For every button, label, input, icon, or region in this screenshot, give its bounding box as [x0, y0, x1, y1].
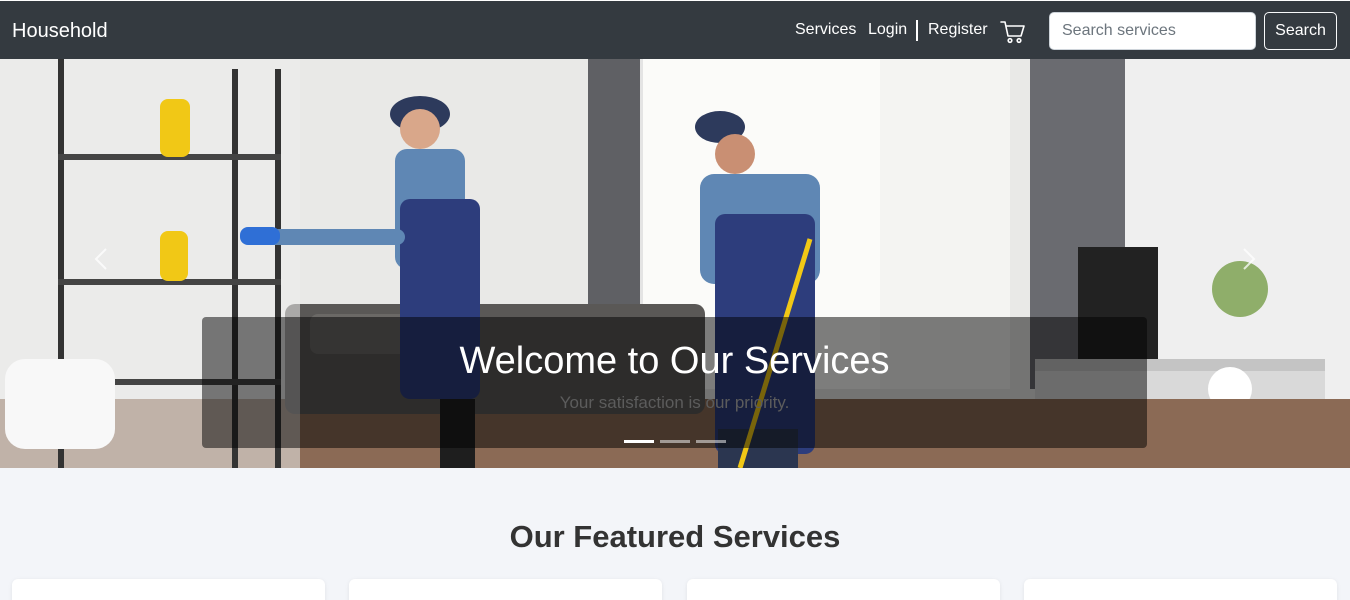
navbar: Household Services Login Register Search — [0, 0, 1350, 59]
chevron-left-icon — [94, 248, 107, 270]
nav-divider — [916, 20, 918, 41]
hero-subtitle: Your satisfaction is our priority. — [559, 393, 790, 412]
service-card[interactable] — [687, 579, 1000, 600]
nav-link-login[interactable]: Login — [868, 21, 907, 39]
hero-title: Welcome to Our Services — [459, 340, 890, 382]
nav-link-register[interactable]: Register — [928, 21, 988, 39]
service-card[interactable] — [349, 579, 662, 600]
search-button[interactable]: Search — [1264, 12, 1337, 50]
chevron-right-icon — [1243, 248, 1256, 270]
carousel-caption: Welcome to Our Services Your satisfactio… — [202, 317, 1147, 448]
brand-logo[interactable]: Household — [12, 20, 108, 42]
carousel-indicator-3[interactable] — [696, 440, 726, 443]
hero-carousel: Welcome to Our Services Your satisfactio… — [0, 59, 1350, 468]
carousel-prev-control[interactable] — [82, 239, 122, 279]
search-input[interactable] — [1049, 12, 1256, 50]
carousel-indicator-2[interactable] — [660, 440, 690, 443]
carousel-indicator-1[interactable] — [624, 440, 654, 443]
service-card[interactable] — [12, 579, 325, 600]
shopping-cart-icon[interactable] — [1000, 20, 1026, 44]
carousel-next-control[interactable] — [1228, 239, 1268, 279]
featured-services-title: Our Featured Services — [509, 519, 841, 554]
service-card[interactable] — [1024, 579, 1337, 600]
nav-link-services[interactable]: Services — [795, 21, 856, 39]
